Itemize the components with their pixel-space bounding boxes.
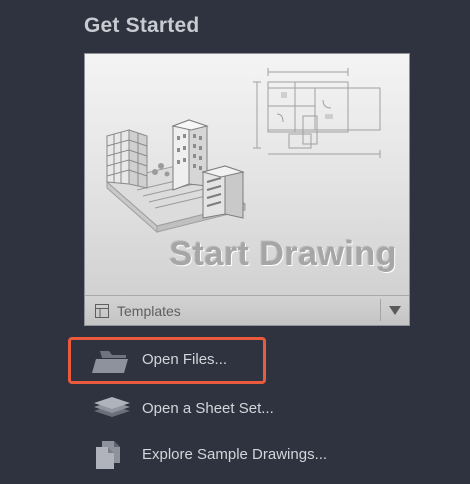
explore-sample-drawings-link[interactable]: Explore Sample Drawings... bbox=[84, 439, 364, 471]
start-drawing-card[interactable]: Start Drawing Templates bbox=[84, 53, 410, 326]
open-sheet-set-label[interactable]: Open a Sheet Set... bbox=[142, 400, 274, 417]
section-title: Get Started bbox=[84, 14, 200, 37]
sheet-set-stack-icon bbox=[94, 397, 130, 417]
open-sheet-set-link[interactable]: Open a Sheet Set... bbox=[84, 393, 364, 425]
templates-dropdown[interactable]: Templates bbox=[85, 295, 409, 325]
explore-sample-drawings-label[interactable]: Explore Sample Drawings... bbox=[142, 446, 327, 463]
templates-grid-icon bbox=[95, 304, 109, 318]
templates-label: Templates bbox=[117, 303, 181, 319]
start-drawing-label[interactable]: Start Drawing bbox=[169, 235, 397, 274]
sample-drawings-icon bbox=[96, 441, 120, 469]
triangle-down-icon[interactable] bbox=[389, 306, 401, 316]
folder-icon bbox=[92, 351, 128, 373]
templates-divider bbox=[380, 299, 381, 321]
open-files-link[interactable]: Open Files... bbox=[84, 344, 364, 376]
open-files-label[interactable]: Open Files... bbox=[142, 351, 227, 368]
